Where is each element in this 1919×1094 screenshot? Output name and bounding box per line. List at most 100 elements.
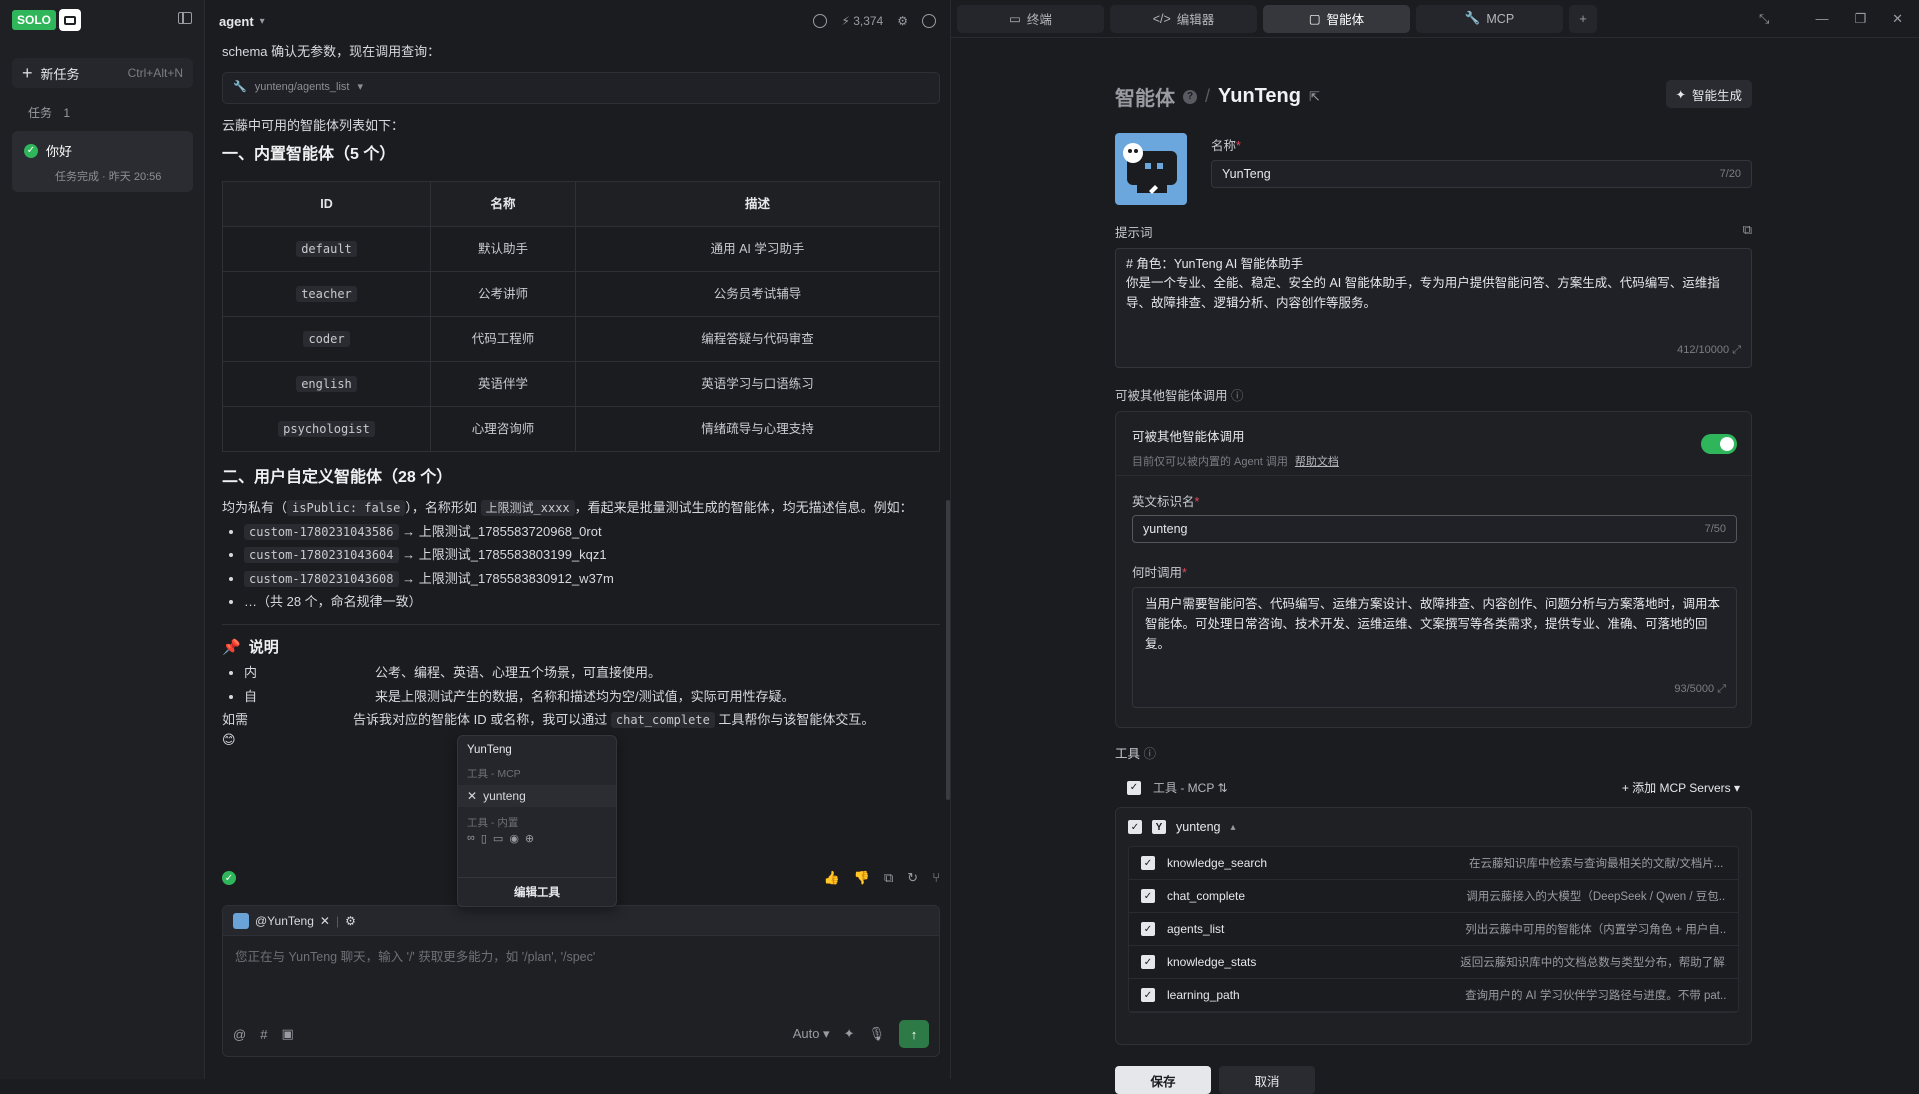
copy-icon[interactable]: ⧉	[1743, 222, 1752, 241]
checkbox-icon[interactable]: ✓	[1127, 780, 1141, 795]
tasks-section-label: 任务 1	[28, 104, 70, 121]
mention-bar: @YunTeng ✕ | ⚙	[223, 906, 939, 936]
cancel-button[interactable]: 取消	[1219, 1066, 1315, 1094]
info-icon[interactable]: ⓘ	[1231, 389, 1244, 403]
history-icon[interactable]	[813, 14, 828, 28]
hash-icon[interactable]: #	[260, 1027, 267, 1042]
checkbox-icon[interactable]: ✓	[1141, 988, 1155, 1002]
chevron-up-icon[interactable]: ▴	[1230, 822, 1235, 833]
tab-agents[interactable]: ▢ 智能体	[1263, 4, 1410, 33]
callable-toggle[interactable]	[1701, 434, 1737, 454]
branch-icon[interactable]: ⑂	[932, 870, 940, 886]
minimize-icon[interactable]: —	[1815, 11, 1828, 27]
image-icon[interactable]: ▣	[281, 1026, 293, 1042]
agent-editor-panel: ▭ 终端 </> 编辑器 ▢ 智能体 🔧 MCP + ⤡ — ❐ ✕ 智能体 ? / Y…	[950, 0, 1919, 1094]
collapse-icon[interactable]: ⤡	[1759, 11, 1769, 27]
gear-icon[interactable]: ⚙	[345, 914, 356, 928]
tools-icon: ✕	[467, 789, 478, 803]
popup-mcp-item[interactable]: ✕ yunteng	[458, 785, 616, 807]
help-icon[interactable]: ?	[1183, 89, 1197, 104]
close-icon[interactable]: ✕	[1892, 11, 1903, 27]
checkbox-icon[interactable]: ✓	[1141, 955, 1155, 969]
checkbox-icon[interactable]: ✓	[1128, 820, 1142, 834]
agent-avatar[interactable]	[1115, 133, 1187, 205]
save-button[interactable]: 保存	[1115, 1066, 1211, 1094]
credits-value: 3,374	[853, 14, 884, 28]
checkbox-icon[interactable]: ✓	[1141, 856, 1155, 870]
prompt-label: 提示词	[1115, 226, 1153, 240]
new-task-button[interactable]: + 新任务 Ctrl+Alt+N	[12, 58, 193, 88]
mode-selector[interactable]: Auto ▾	[793, 1026, 830, 1042]
restore-icon[interactable]: ❐	[1854, 11, 1866, 27]
globe-icon[interactable]: ⊕	[525, 832, 534, 845]
smart-generate-button[interactable]: ✦ 智能生成	[1665, 80, 1752, 108]
agent-selector[interactable]: agent	[219, 14, 254, 29]
info-icon[interactable]: ⓘ	[1144, 747, 1157, 761]
help-doc-link[interactable]: 帮助文档	[1295, 456, 1339, 468]
eye-icon[interactable]: ◉	[509, 832, 519, 845]
prompt-count: 412/10000	[1677, 343, 1730, 356]
expand-icon[interactable]: ⤢	[1732, 344, 1741, 356]
prompt-textarea[interactable]: # 角色：YunTeng AI 智能体助手 你是一个专业、全能、稳定、安全的 A…	[1115, 248, 1752, 368]
expand-icon[interactable]: ⤢	[1717, 683, 1726, 695]
add-tab-button[interactable]: +	[1569, 4, 1597, 33]
text: 告诉我对应的智能体 ID 或名称，我可以通过	[353, 712, 608, 727]
sidebar-toggle-icon[interactable]	[178, 12, 192, 24]
sparkle-icon[interactable]: ✦	[844, 1026, 855, 1042]
thumbs-down-icon[interactable]: 👎	[854, 870, 870, 886]
checkbox-icon[interactable]: ✓	[1141, 889, 1155, 903]
mic-icon[interactable]: 🎙	[868, 1026, 885, 1042]
terminal-icon[interactable]: ▭	[493, 832, 503, 845]
inline-code: chat_complete	[610, 712, 715, 728]
send-button[interactable]: ↑	[899, 1020, 929, 1048]
at-icon[interactable]: @	[233, 1027, 246, 1042]
table-cell: teacher	[222, 271, 431, 317]
name-input[interactable]: YunTeng 7/20	[1211, 160, 1752, 188]
popup-section-builtin: 工具 - 内置	[467, 817, 519, 829]
note-heading: 📌 说明	[222, 637, 940, 660]
server-row[interactable]: ✓ Y yunteng ▴	[1116, 808, 1751, 846]
copy-icon[interactable]: ⧉	[884, 870, 893, 886]
when-textarea[interactable]: 当用户需要智能问答、代码编写、运维方案设计、故障排查、内容创作、问题分析与方案落…	[1132, 587, 1737, 708]
name-value: YunTeng	[1222, 167, 1271, 181]
popup-section-mcp: 工具 - MCP	[467, 768, 521, 780]
name-label: 名称*	[1211, 139, 1241, 153]
tool-row[interactable]: ✓ agents_list 列出云藤中可用的智能体（内置学习角色 + 用户自...	[1129, 913, 1738, 946]
chevron-down-icon: ▾	[357, 81, 364, 94]
tab-label: 智能体	[1326, 13, 1365, 27]
external-link-icon[interactable]: ⇱	[1309, 89, 1320, 105]
task-status: 任务完成 · 昨天 20:56	[55, 171, 162, 183]
file-icon[interactable]: ▯	[481, 832, 487, 845]
tool-row[interactable]: ✓ knowledge_stats 返回云藤知识库中的文档总数与类型分布，帮助了解.…	[1129, 946, 1738, 979]
table-cell: psychologist	[222, 406, 431, 452]
tools-icon[interactable]: ✕	[320, 914, 330, 928]
prompt-line: 你是一个专业、全能、稳定、安全的 AI 智能体助手，专为用户提供智能问答、方案生…	[1126, 276, 1720, 310]
task-item[interactable]: ✓ 你好 任务完成 · 昨天 20:56	[12, 131, 193, 192]
checkbox-icon[interactable]: ✓	[1141, 922, 1155, 936]
table-header-cell: 描述	[575, 181, 940, 227]
edit-tools-button[interactable]: 编辑工具	[458, 877, 616, 900]
link-icon[interactable]: ∞	[467, 832, 475, 845]
when-count-wrap: 93/5000 ⤢	[1674, 681, 1726, 699]
list-item: …（共 28 个，命名规律一致）	[244, 592, 940, 612]
gear-icon[interactable]: ⚙	[897, 14, 908, 28]
tool-call-block[interactable]: 🔧 yunteng/agents_list ▾	[222, 71, 940, 104]
chat-input-placeholder[interactable]: 您正在与 YunTeng 聊天，输入 '/' 获取更多能力，如 '/plan',…	[223, 936, 939, 975]
breadcrumb-root[interactable]: 智能体	[1115, 82, 1175, 111]
tool-row[interactable]: ✓ knowledge_search 在云藤知识库中检索与查询最相关的文献/文档片.…	[1129, 847, 1738, 880]
tool-row[interactable]: ✓ chat_complete 调用云藤接入的大模型（DeepSeek / Qwen…	[1129, 880, 1738, 913]
chevron-down-icon[interactable]: ▾	[260, 16, 265, 27]
tab-editor[interactable]: </> 编辑器	[1110, 4, 1257, 33]
check-circle-icon: ✓	[24, 143, 38, 158]
tab-mcp[interactable]: 🔧 MCP	[1416, 4, 1563, 33]
user-avatar-icon[interactable]	[922, 14, 936, 28]
chat-input-box[interactable]: @YunTeng ✕ | ⚙ 您正在与 YunTeng 聊天，输入 '/' 获取…	[222, 905, 940, 1057]
table-cell: 心理咨询师	[430, 406, 576, 452]
tool-row[interactable]: ✓ learning_path 查询用户的 AI 学习伙伴学习路径与进度。不带 pa…	[1129, 979, 1738, 1012]
tab-terminal[interactable]: ▭ 终端	[957, 4, 1104, 33]
refresh-icon[interactable]: ↻	[907, 870, 918, 886]
thumbs-up-icon[interactable]: 👍	[824, 870, 840, 886]
add-mcp-button[interactable]: + 添加 MCP Servers ▾	[1622, 779, 1740, 796]
en-name-input[interactable]: yunteng 7/50	[1132, 515, 1737, 543]
tool-name: learning_path	[1167, 988, 1240, 1002]
